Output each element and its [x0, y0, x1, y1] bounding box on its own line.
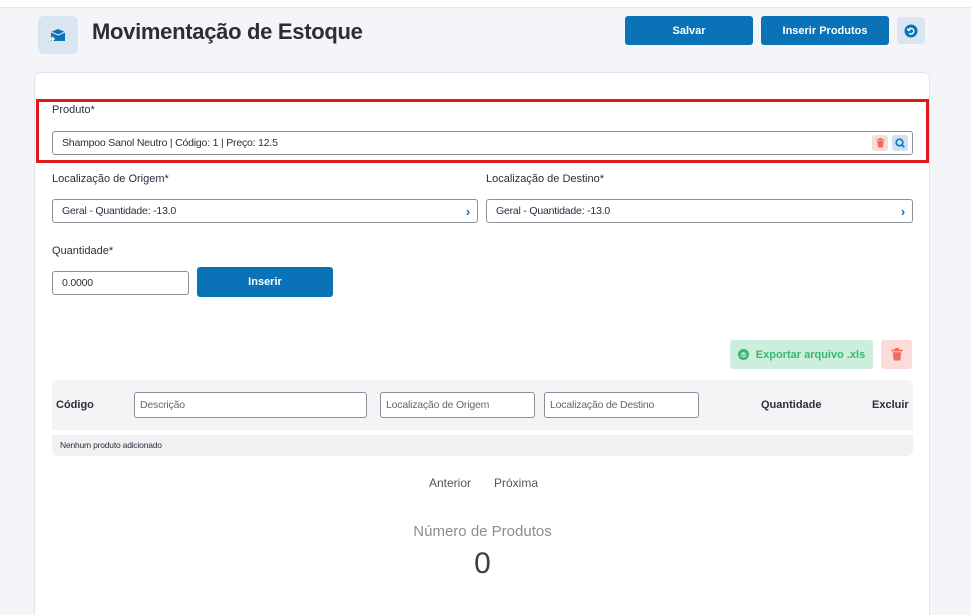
origin-value: Geral - Quantidade: -13.0	[62, 205, 177, 217]
search-icon	[895, 138, 905, 148]
origin-label: Localização de Origem*	[52, 173, 169, 185]
description-filter-input[interactable]	[134, 392, 367, 418]
product-field[interactable]: Shampoo Sanol Neutro | Código: 1 | Preço…	[52, 131, 913, 155]
product-count-value: 0	[474, 547, 491, 580]
back-button[interactable]	[897, 17, 925, 44]
search-product-button[interactable]	[892, 135, 908, 151]
destination-filter-input[interactable]	[544, 392, 699, 418]
destination-label: Localização de Destino*	[486, 173, 605, 185]
product-value: Shampoo Sanol Neutro | Código: 1 | Preço…	[62, 137, 278, 149]
destination-select[interactable]: Geral - Quantidade: -13.0 ›	[486, 199, 913, 223]
origin-filter-input[interactable]	[380, 392, 535, 418]
product-count-label: Número de Produtos	[413, 523, 552, 540]
previous-page-link[interactable]: Anterior	[429, 476, 471, 490]
empty-table-message: Nenhum produto adicionado	[52, 435, 913, 456]
origin-select[interactable]: Geral - Quantidade: -13.0 ›	[52, 199, 478, 223]
products-table-header: Código Quantidade Excluir	[52, 380, 913, 430]
insert-button[interactable]: Inserir	[197, 267, 333, 297]
column-quantity: Quantidade	[761, 399, 822, 411]
delete-all-button[interactable]	[881, 340, 912, 369]
export-label: Exportar arquivo .xls	[755, 348, 866, 361]
chevron-right-icon: ›	[465, 204, 470, 219]
column-delete: Excluir	[872, 399, 909, 411]
layers-icon	[737, 349, 749, 360]
trash-icon	[876, 138, 884, 148]
export-xls-button[interactable]: Exportar arquivo .xls	[730, 340, 873, 369]
quantity-input[interactable]: 0.0000	[52, 271, 189, 295]
column-code: Código	[56, 399, 94, 411]
top-bar	[0, 0, 971, 8]
trash-icon	[891, 348, 902, 361]
insert-products-button[interactable]: Inserir Produtos	[761, 16, 889, 45]
undo-icon	[904, 24, 918, 37]
chevron-right-icon: ›	[900, 204, 905, 219]
next-page-link[interactable]: Próxima	[494, 476, 538, 490]
clear-product-button[interactable]	[872, 135, 888, 151]
quantity-label: Quantidade*	[52, 245, 114, 257]
product-label: Produto*	[52, 104, 95, 116]
page-title: Movimentação de Estoque	[92, 19, 363, 44]
destination-value: Geral - Quantidade: -13.0	[496, 205, 611, 217]
quantity-value: 0.0000	[62, 277, 93, 289]
save-button[interactable]: Salvar	[625, 16, 753, 45]
stock-box-icon	[38, 16, 78, 54]
